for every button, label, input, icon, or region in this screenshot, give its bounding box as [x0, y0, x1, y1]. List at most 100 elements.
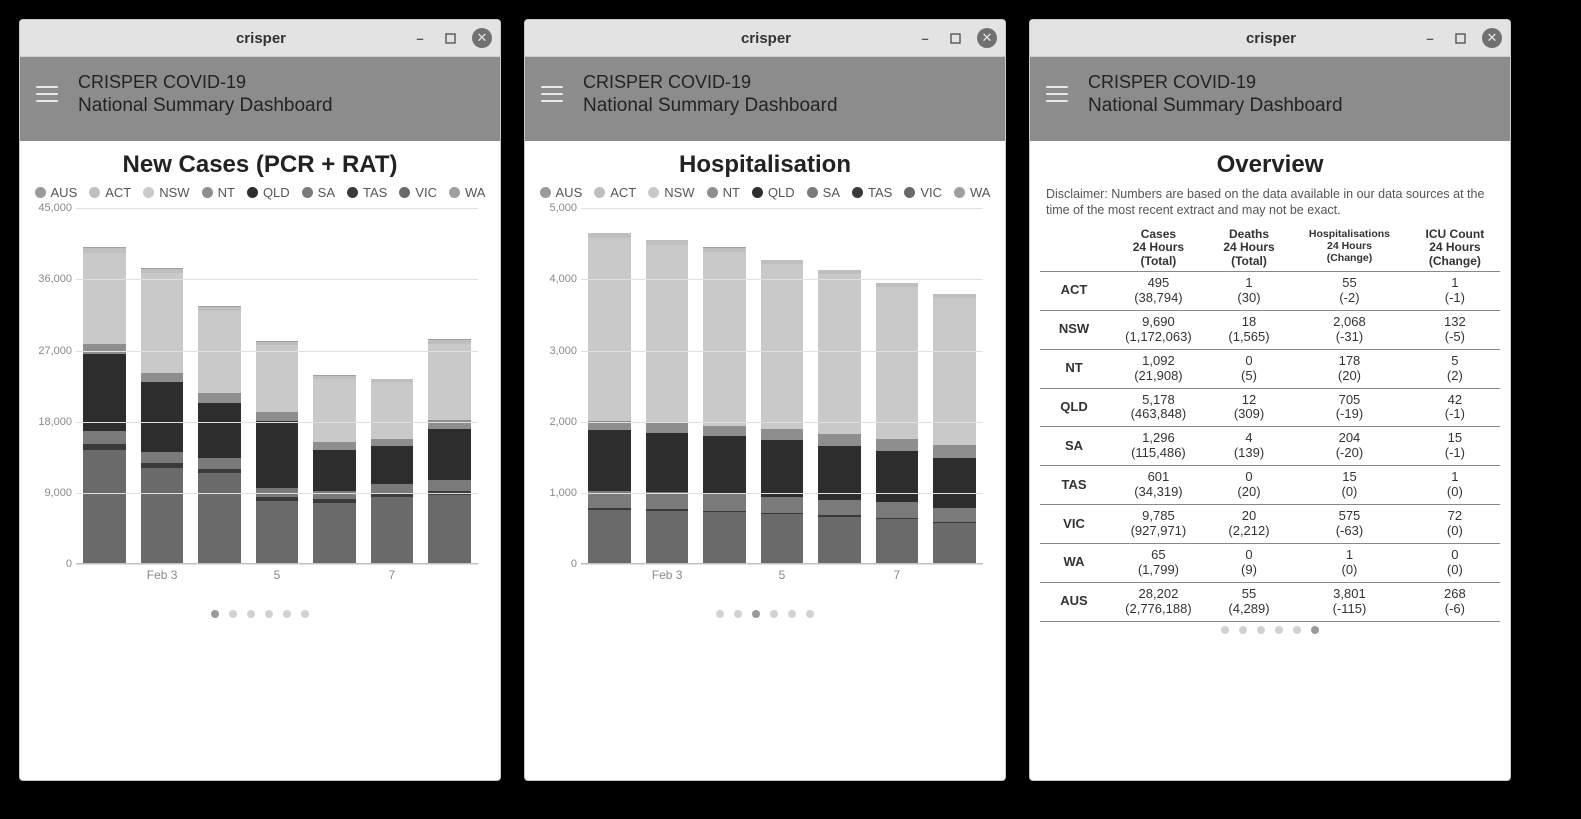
table-row: QLD5,178(463,848)12(309)705(-19)42(-1) [1040, 388, 1500, 427]
pager-dot[interactable] [265, 610, 273, 618]
chart-bar[interactable] [876, 283, 918, 564]
legend-item-act[interactable]: ACT [594, 185, 636, 200]
legend-label: SA [318, 185, 335, 200]
chart-gridline [76, 279, 478, 280]
cell-deaths: 0(5) [1209, 349, 1289, 388]
cell-cases: 1,092(21,908) [1108, 349, 1209, 388]
legend-item-aus[interactable]: AUS [35, 185, 78, 200]
legend-item-qld[interactable]: QLD [247, 185, 290, 200]
menu-icon[interactable] [1046, 86, 1068, 102]
chart-bar[interactable] [198, 306, 240, 564]
chart-bar[interactable] [313, 375, 355, 564]
minimize-icon[interactable]: – [412, 30, 428, 46]
pager-dot[interactable] [1275, 626, 1283, 634]
legend-label: TAS [363, 185, 387, 200]
legend-dot-icon [594, 187, 605, 198]
chart-segment-vic [876, 519, 918, 564]
cell-cases: 9,785(927,971) [1108, 505, 1209, 544]
legend-item-act[interactable]: ACT [89, 185, 131, 200]
close-icon[interactable]: ✕ [1482, 28, 1502, 48]
chart-gridline [76, 351, 478, 352]
maximize-icon[interactable] [947, 30, 963, 46]
app-title-line1: CRISPER COVID-19 [78, 71, 333, 94]
legend-item-nsw[interactable]: NSW [143, 185, 189, 200]
legend-item-sa[interactable]: SA [807, 185, 840, 200]
maximize-icon[interactable] [1452, 30, 1468, 46]
legend-dot-icon [202, 187, 213, 198]
close-icon[interactable]: ✕ [977, 28, 997, 48]
chart-segment-vic [256, 501, 298, 564]
chart-bar[interactable] [646, 240, 688, 564]
legend-item-nt[interactable]: NT [707, 185, 740, 200]
minimize-icon[interactable]: – [1422, 30, 1438, 46]
pager-dot[interactable] [283, 610, 291, 618]
legend-dot-icon [807, 187, 818, 198]
chart-y-tick-label: 9,000 [36, 487, 72, 499]
pager-dot[interactable] [1293, 626, 1301, 634]
chart-bar[interactable] [371, 379, 413, 565]
legend-item-nsw[interactable]: NSW [648, 185, 694, 200]
minimize-icon[interactable]: – [917, 30, 933, 46]
chart-bar[interactable] [83, 247, 125, 564]
legend-dot-icon [247, 187, 258, 198]
cell-cases: 9,690(1,172,063) [1108, 310, 1209, 349]
legend-item-wa[interactable]: WA [449, 185, 485, 200]
legend-item-nt[interactable]: NT [202, 185, 235, 200]
chart-segment-nsw [588, 238, 630, 422]
pager-dot[interactable] [1239, 626, 1247, 634]
legend-item-tas[interactable]: TAS [852, 185, 892, 200]
legend-item-vic[interactable]: VIC [399, 185, 437, 200]
legend-item-aus[interactable]: AUS [540, 185, 583, 200]
legend-item-wa[interactable]: WA [954, 185, 990, 200]
chart-bar[interactable] [933, 294, 975, 565]
chart-bar[interactable] [428, 339, 470, 564]
legend-dot-icon [302, 187, 313, 198]
chart-segment-vic [703, 512, 745, 564]
close-icon[interactable]: ✕ [472, 28, 492, 48]
pager-dot[interactable] [734, 610, 742, 618]
legend-dot-icon [449, 187, 460, 198]
legend-item-sa[interactable]: SA [302, 185, 335, 200]
pager-dot[interactable] [247, 610, 255, 618]
pager-dots[interactable] [20, 610, 500, 618]
pager-dot[interactable] [806, 610, 814, 618]
chart-bar[interactable] [588, 233, 630, 565]
chart-bar[interactable] [141, 268, 183, 564]
pager-dot[interactable] [752, 610, 760, 618]
menu-icon[interactable] [541, 86, 563, 102]
chart-y-tick-label: 1,000 [541, 487, 577, 499]
chart-segment-vic [141, 468, 183, 565]
pager-dot[interactable] [1221, 626, 1229, 634]
pager-dot[interactable] [211, 610, 219, 618]
table-row: ACT495(38,794)1(30)55(-2)1(-1) [1040, 271, 1500, 310]
chart-bar[interactable] [761, 260, 803, 564]
chart-segment-nt [646, 423, 688, 433]
chart-bar[interactable] [818, 270, 860, 565]
pager-dot[interactable] [716, 610, 724, 618]
pager-dot[interactable] [301, 610, 309, 618]
chart-bar[interactable] [703, 247, 745, 564]
legend-label: ACT [105, 185, 131, 200]
chart-segment-nt [256, 412, 298, 421]
legend-item-qld[interactable]: QLD [752, 185, 795, 200]
pager-dots[interactable] [525, 610, 1005, 618]
legend-item-tas[interactable]: TAS [347, 185, 387, 200]
chart-bars [76, 208, 478, 564]
menu-icon[interactable] [36, 86, 58, 102]
chart-bar[interactable] [256, 341, 298, 564]
pager-dot[interactable] [788, 610, 796, 618]
legend-dot-icon [648, 187, 659, 198]
cell-icu: 15(-1) [1410, 427, 1500, 466]
chart-segment-qld [428, 429, 470, 480]
pager-dot[interactable] [1257, 626, 1265, 634]
legend-item-vic[interactable]: VIC [904, 185, 942, 200]
pager-dot[interactable] [1311, 626, 1319, 634]
legend-dot-icon [347, 187, 358, 198]
chart-segment-vic [313, 503, 355, 565]
pager-dot[interactable] [770, 610, 778, 618]
pager-dots[interactable] [1030, 626, 1510, 634]
maximize-icon[interactable] [442, 30, 458, 46]
chart-segment-qld [703, 436, 745, 494]
pager-dot[interactable] [229, 610, 237, 618]
chart-gridline [581, 351, 983, 352]
